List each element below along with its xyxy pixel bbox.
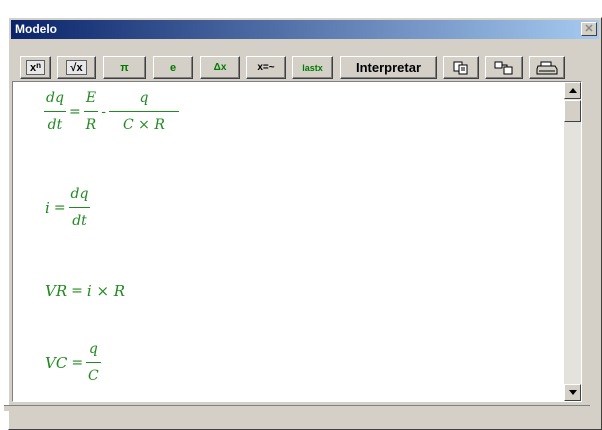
scroll-up-button[interactable] <box>564 82 581 99</box>
close-button[interactable]: ✕ <box>581 22 597 36</box>
e-button[interactable]: e <box>153 56 193 79</box>
equation-area[interactable]: dq dt = E R - q C × R i = dq dt VR = i ×… <box>13 82 565 401</box>
equation-1: dq dt = E R - q C × R <box>44 89 179 134</box>
paste-icon <box>494 61 513 74</box>
print-button[interactable] <box>529 56 565 79</box>
sqrt-button[interactable]: √x <box>57 56 96 79</box>
arrow-up-icon <box>568 88 577 93</box>
scroll-down-button[interactable] <box>564 384 581 401</box>
last-x-button[interactable]: lastx <box>292 56 333 79</box>
fraction: dq dt <box>68 186 91 229</box>
equation-editor[interactable]: dq dt = E R - q C × R i = dq dt VR = i ×… <box>12 81 582 402</box>
equation-2: i = dq dt <box>45 186 91 229</box>
window-title: Modelo <box>15 22 57 36</box>
equation-3: VR = i × R <box>45 282 126 300</box>
status-bar <box>4 405 590 411</box>
fraction: q C × R <box>108 89 179 134</box>
delta-button[interactable]: Δx <box>200 56 240 79</box>
toolbar: xn √x π e Δx x=~ lastx Interpretar <box>13 43 599 79</box>
assign-button[interactable]: x=~ <box>246 56 286 79</box>
paste-button[interactable] <box>485 56 523 79</box>
arrow-down-icon <box>568 390 577 395</box>
copy-icon <box>453 61 468 74</box>
fraction: q C <box>86 341 101 384</box>
fraction: dq dt <box>44 90 66 133</box>
pi-button[interactable]: π <box>103 56 146 79</box>
copy-button[interactable] <box>443 56 479 79</box>
power-button[interactable]: xn <box>20 56 51 79</box>
equation-4: VC = q C <box>45 341 101 384</box>
print-icon <box>536 61 558 74</box>
scroll-thumb[interactable] <box>564 100 581 122</box>
vertical-scrollbar[interactable] <box>564 82 581 401</box>
title-bar[interactable]: Modelo ✕ <box>11 20 599 39</box>
fraction: E R <box>83 90 99 133</box>
interpretar-button[interactable]: Interpretar <box>340 56 437 79</box>
